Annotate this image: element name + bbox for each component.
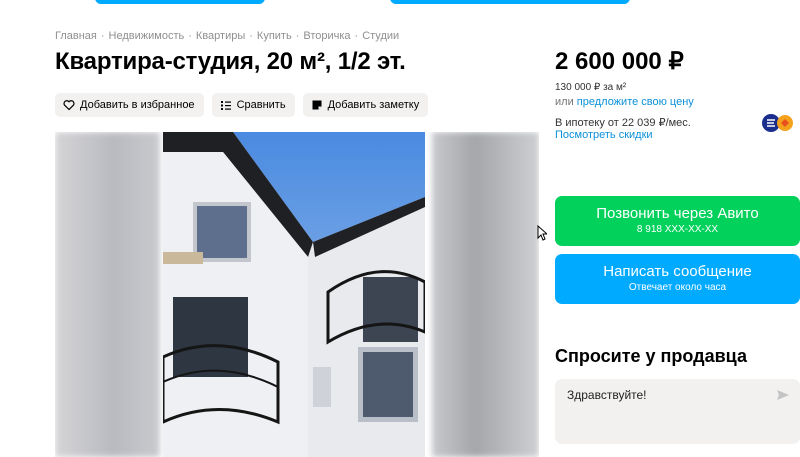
- photo-gallery[interactable]: [55, 132, 539, 457]
- mouse-cursor-icon: [537, 225, 547, 241]
- compare-label: Сравнить: [236, 99, 286, 111]
- breadcrumb-item[interactable]: Главная: [55, 30, 97, 42]
- add-to-favorites-label: Добавить в избранное: [80, 99, 195, 111]
- breadcrumb-item[interactable]: Студии: [362, 30, 399, 42]
- page-title: Квартира-студия, 20 м², 1/2 эт.: [55, 48, 406, 75]
- ask-seller-input[interactable]: Здравствуйте!: [567, 388, 647, 402]
- breadcrumb-item[interactable]: Квартиры: [196, 30, 245, 42]
- main-photo[interactable]: [161, 132, 427, 457]
- breadcrumb-item[interactable]: Вторичка: [303, 30, 350, 42]
- price-per-m2: 130 000 ₽ за м²: [555, 82, 627, 93]
- add-note-label: Добавить заметку: [327, 99, 420, 111]
- compare-icon: [220, 101, 231, 110]
- breadcrumb-item[interactable]: Купить: [257, 30, 292, 42]
- call-button[interactable]: Позвонить через Авито 8 918 XXX-XX-XX: [555, 196, 800, 246]
- discounts-link[interactable]: Посмотреть скидки: [555, 129, 653, 141]
- offer-line: или предложите свою цену: [555, 96, 694, 108]
- send-icon[interactable]: [776, 388, 790, 402]
- action-bar: Добавить в избранное Сравнить Добавить з…: [55, 93, 429, 117]
- ask-seller-title: Спросите у продавца: [555, 346, 747, 366]
- ask-seller-box[interactable]: Здравствуйте!: [555, 379, 800, 444]
- note-icon: [312, 100, 322, 110]
- add-note-button[interactable]: Добавить заметку: [302, 93, 429, 117]
- price: 2 600 000 ₽: [555, 48, 684, 75]
- add-to-favorites-button[interactable]: Добавить в избранное: [55, 93, 204, 117]
- top-bar: [0, 0, 800, 6]
- phone-number: 8 918 XXX-XX-XX: [636, 224, 719, 235]
- heart-icon: [63, 100, 75, 111]
- offer-prefix: или: [555, 96, 574, 108]
- message-button[interactable]: Написать сообщение Отвечает около часа: [555, 254, 800, 304]
- next-photo-preview[interactable]: [432, 132, 539, 457]
- message-button-label: Написать сообщение: [603, 263, 752, 280]
- mortgage-info: В ипотеку от 22 039 ₽/мес.: [555, 117, 691, 129]
- compare-button[interactable]: Сравнить: [211, 93, 295, 117]
- call-button-label: Позвонить через Авито: [596, 205, 759, 222]
- offer-price-link[interactable]: предложите свою цену: [577, 96, 694, 108]
- breadcrumb-item[interactable]: Недвижимость: [109, 30, 185, 42]
- top-bar-segment: [390, 0, 630, 4]
- response-time: Отвечает около часа: [628, 282, 727, 293]
- previous-photo-preview[interactable]: [55, 132, 160, 457]
- breadcrumb: Главная · Недвижимость · Квартиры · Купить · Вто…: [55, 30, 400, 42]
- bank-logo-icon: [762, 114, 793, 132]
- top-bar-segment: [95, 0, 265, 4]
